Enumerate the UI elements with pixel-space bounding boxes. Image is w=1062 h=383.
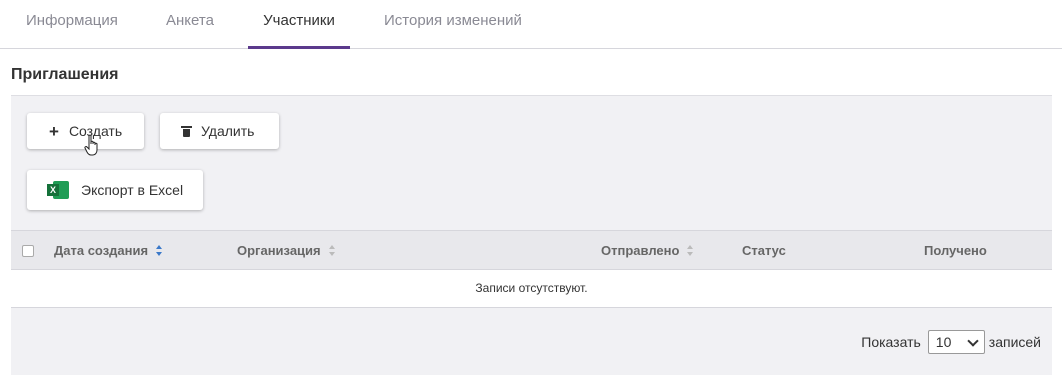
excel-icon: X <box>47 180 69 200</box>
select-all-checkbox[interactable] <box>22 245 34 257</box>
column-header-label: Получено <box>924 243 987 258</box>
tab-change-history[interactable]: История изменений <box>384 0 522 48</box>
delete-button[interactable]: Удалить <box>160 113 279 149</box>
section-title: Приглашения <box>11 66 119 83</box>
column-header-status: Статус <box>742 243 786 258</box>
export-excel-button[interactable]: X Экспорт в Excel <box>27 170 203 210</box>
sort-icon <box>328 245 336 256</box>
page-size-control: Показать 10 записей <box>861 329 1041 355</box>
empty-table-message: Записи отсутствуют. <box>11 270 1052 308</box>
trash-icon <box>181 125 192 137</box>
column-header-label: Статус <box>742 243 786 258</box>
table-footer: Показать 10 записей <box>11 308 1052 375</box>
plus-icon: + <box>49 121 59 141</box>
column-header-sent[interactable]: Отправлено <box>601 243 694 258</box>
sort-icon <box>156 245 163 256</box>
column-header-received: Получено <box>924 243 987 258</box>
sort-icon <box>687 245 694 256</box>
column-header-created-date[interactable]: Дата создания <box>54 243 163 258</box>
page-size-value: 10 <box>935 334 952 350</box>
records-label: записей <box>988 334 1041 350</box>
tab-bar: Информация Анкета Участники История изме… <box>0 0 1062 49</box>
column-header-organization[interactable]: Организация <box>237 243 336 258</box>
hand-cursor-icon <box>84 134 98 156</box>
table-header: Дата создания Организация Отправлено Ста… <box>11 230 1052 270</box>
column-header-label: Организация <box>237 243 321 258</box>
export-excel-button-label: Экспорт в Excel <box>81 182 184 198</box>
page-size-select[interactable]: 10 <box>927 330 985 354</box>
tab-questionnaire[interactable]: Анкета <box>166 0 214 48</box>
tab-information[interactable]: Информация <box>26 0 118 48</box>
column-header-label: Отправлено <box>601 243 680 258</box>
delete-button-label: Удалить <box>201 123 255 139</box>
column-header-label: Дата создания <box>54 243 149 258</box>
tab-participants[interactable]: Участники <box>248 0 350 49</box>
toolbar-panel: + Создать Удалить X Экспорт в Excel <box>11 95 1052 230</box>
chevron-down-icon <box>967 335 979 347</box>
show-label: Показать <box>861 334 921 350</box>
